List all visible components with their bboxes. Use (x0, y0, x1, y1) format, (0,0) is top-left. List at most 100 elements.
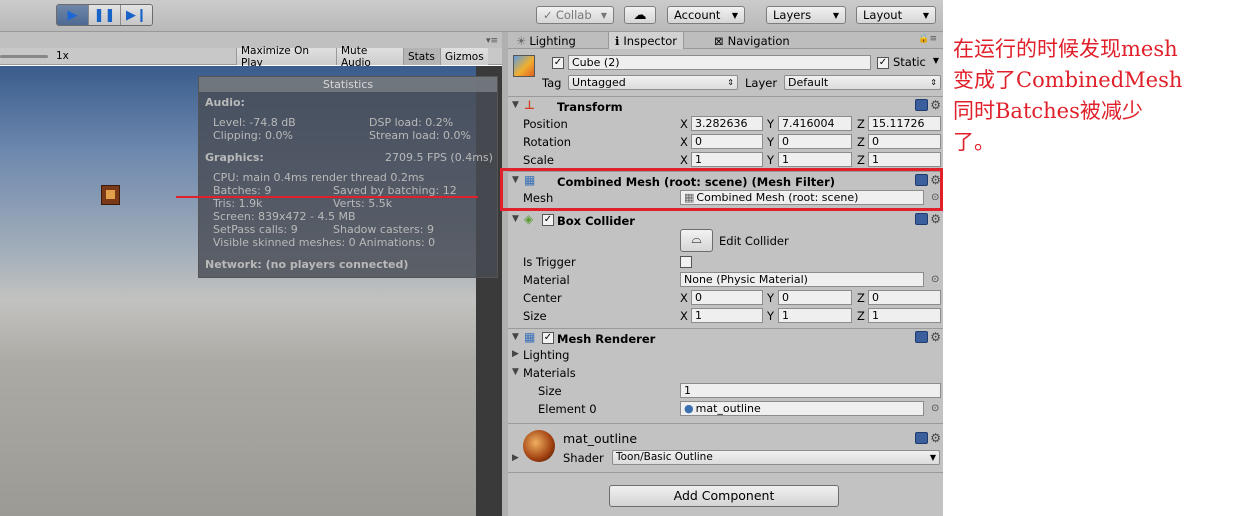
cloud-icon: ☁ (633, 7, 647, 23)
gear-icon[interactable]: ⚙ (930, 213, 941, 225)
expand-triangle-icon[interactable]: ▼ (512, 214, 519, 224)
lighting-foldout[interactable]: ▶ Lighting (508, 346, 943, 364)
element-0-row: Element 0 ● mat_outline ⊙ (538, 401, 940, 416)
main-toolbar: ▶ ❚❚ ▶❙ ✓ Collab ▼ ☁ Account ▼ Layers ▼ Layo… (0, 0, 943, 32)
material-row: Material None (Physic Material) ⊙ (523, 272, 940, 287)
box-collider-enabled-checkbox[interactable]: ✓ (542, 214, 554, 226)
cloud-button[interactable]: ☁ (624, 6, 656, 24)
graphics-header: Graphics: (205, 151, 264, 164)
size-y-field[interactable]: 1 (778, 308, 852, 323)
transform-icon: ⊥ (524, 98, 535, 112)
network-status: Network: (no players connected) (205, 258, 409, 271)
tab-navigation[interactable]: ⊠ Navigation (714, 33, 790, 49)
object-name-field[interactable]: Cube (2) (568, 55, 871, 70)
box-collider-header[interactable]: ▼ ◈ ✓ Box Collider ⚙ (508, 210, 943, 228)
add-component-button[interactable]: Add Component (609, 485, 839, 507)
materials-foldout[interactable]: ▼ Materials (508, 364, 943, 382)
info-icon: ℹ (615, 33, 620, 48)
annotation-text: 在运行的时候发现mesh 变成了CombinedMesh 同时Batches被减… (953, 37, 1183, 154)
layout-dropdown[interactable]: Layout ▼ (856, 6, 936, 24)
separator (508, 423, 943, 424)
dsp-load: DSP load: 0.2% (369, 116, 454, 129)
chevron-down-icon[interactable]: ▼ (933, 56, 939, 65)
mesh-renderer-enabled-checkbox[interactable]: ✓ (542, 332, 554, 344)
tab-inspector[interactable]: ℹ Inspector (608, 32, 685, 49)
center-x-field[interactable]: 0 (691, 290, 763, 305)
transform-header[interactable]: ▼ ⊥ Transform ⚙ (508, 96, 943, 114)
center-y-field[interactable]: 0 (778, 290, 852, 305)
layer-dropdown[interactable]: Default ⇕ (784, 75, 941, 90)
play-icon[interactable]: ▶ (57, 5, 89, 25)
scale-x-field[interactable]: 1 (691, 152, 763, 167)
step-icon[interactable]: ▶❙ (121, 5, 152, 25)
collab-button[interactable]: ✓ Collab ▼ (536, 6, 614, 24)
rotation-x-field[interactable]: 0 (691, 134, 763, 149)
game-view-toolbar: 1x Maximize On Play Mute Audio Stats Giz… (0, 45, 502, 69)
scale-slider[interactable] (0, 55, 48, 58)
position-row: Position X 3.282636 Y 7.416004 Z 15.1172… (508, 115, 943, 133)
audio-clipping: Clipping: 0.0% (213, 129, 293, 142)
mesh-renderer-header[interactable]: ▼ ▦ ✓ Mesh Renderer ⚙ (508, 328, 943, 346)
skinned-meshes: Visible skinned meshes: 0 Animations: 0 (213, 236, 436, 249)
tag-dropdown[interactable]: Untagged ⇕ (568, 75, 738, 90)
expand-triangle-icon[interactable]: ▼ (512, 332, 519, 342)
gear-icon[interactable]: ⚙ (930, 331, 941, 343)
collapsed-triangle-icon[interactable]: ▶ (512, 453, 519, 463)
help-book-icon[interactable] (915, 99, 929, 111)
chevron-updown-icon: ⇕ (727, 78, 734, 87)
help-book-icon[interactable] (915, 331, 929, 343)
shader-label: Shader (563, 451, 604, 465)
position-x-field[interactable]: 3.282636 (691, 116, 763, 131)
gear-icon[interactable]: ⚙ (930, 99, 941, 111)
size-z-field[interactable]: 1 (868, 308, 941, 323)
menu-icon[interactable]: ▾≡ (486, 36, 498, 46)
position-z-field[interactable]: 15.11726 (868, 116, 941, 131)
stats-toggle[interactable]: Stats (403, 48, 440, 65)
is-trigger-checkbox[interactable] (680, 256, 692, 268)
inspector-tab-bar: ☀ Lighting ℹ Inspector ⊠ Navigation 🔒≡ (508, 32, 943, 49)
lock-icon[interactable]: 🔒≡ (918, 34, 937, 44)
gizmos-dropdown[interactable]: Gizmos (440, 48, 488, 65)
help-book-icon[interactable] (915, 432, 929, 444)
gear-icon[interactable]: ⚙ (930, 432, 941, 444)
position-y-field[interactable]: 7.416004 (778, 116, 852, 131)
tab-lighting[interactable]: ☀ Lighting (516, 33, 576, 49)
static-checkbox[interactable]: ✓ (877, 57, 889, 69)
mesh-renderer-icon: ▦ (524, 330, 536, 344)
materials-size-field[interactable]: 1 (680, 383, 941, 398)
pause-icon[interactable]: ❚❚ (89, 5, 121, 25)
scale-y-field[interactable]: 1 (778, 152, 852, 167)
y-axis-label: Y (767, 135, 775, 149)
z-axis-label: Z (857, 117, 865, 131)
collab-check-icon: ✓ (543, 8, 553, 22)
size-x-field[interactable]: 1 (691, 308, 763, 323)
rotation-row: Rotation X 0 Y 0 Z 0 (508, 133, 943, 151)
center-z-field[interactable]: 0 (868, 290, 941, 305)
verts: Verts: 5.5k (333, 197, 393, 210)
chevron-down-icon: ▼ (929, 453, 936, 462)
layers-dropdown[interactable]: Layers ▼ (766, 6, 846, 24)
account-dropdown[interactable]: Account ▼ (667, 6, 745, 24)
collapsed-triangle-icon: ▶ (512, 349, 519, 359)
z-axis-label: Z (857, 153, 865, 167)
scale-row: Scale X 1 Y 1 Z 1 (508, 151, 943, 169)
expand-triangle-icon[interactable]: ▼ (512, 100, 519, 110)
shader-dropdown[interactable]: Toon/Basic Outline ▼ (612, 450, 940, 465)
physic-material-field[interactable]: None (Physic Material) (680, 272, 924, 287)
y-axis-label: Y (767, 309, 775, 323)
help-book-icon[interactable] (915, 213, 929, 225)
rotation-z-field[interactable]: 0 (868, 134, 941, 149)
element-0-field[interactable]: ● mat_outline (680, 401, 924, 416)
scale-z-field[interactable]: 1 (868, 152, 941, 167)
maximize-on-play-toggle[interactable]: Maximize On Play (236, 45, 336, 69)
active-checkbox[interactable]: ✓ (552, 57, 564, 69)
object-picker-icon[interactable]: ⊙ (931, 403, 939, 414)
setpass-calls: SetPass calls: 9 (213, 223, 298, 236)
rotation-y-field[interactable]: 0 (778, 134, 852, 149)
object-picker-icon[interactable]: ⊙ (931, 274, 939, 285)
lighting-icon: ☀ (516, 34, 527, 48)
chevron-down-icon: ▼ (922, 10, 929, 20)
mute-audio-toggle[interactable]: Mute Audio (336, 45, 403, 69)
edit-collider-button[interactable]: ⌓ (680, 229, 713, 252)
annotation-highlight-box (500, 168, 943, 211)
